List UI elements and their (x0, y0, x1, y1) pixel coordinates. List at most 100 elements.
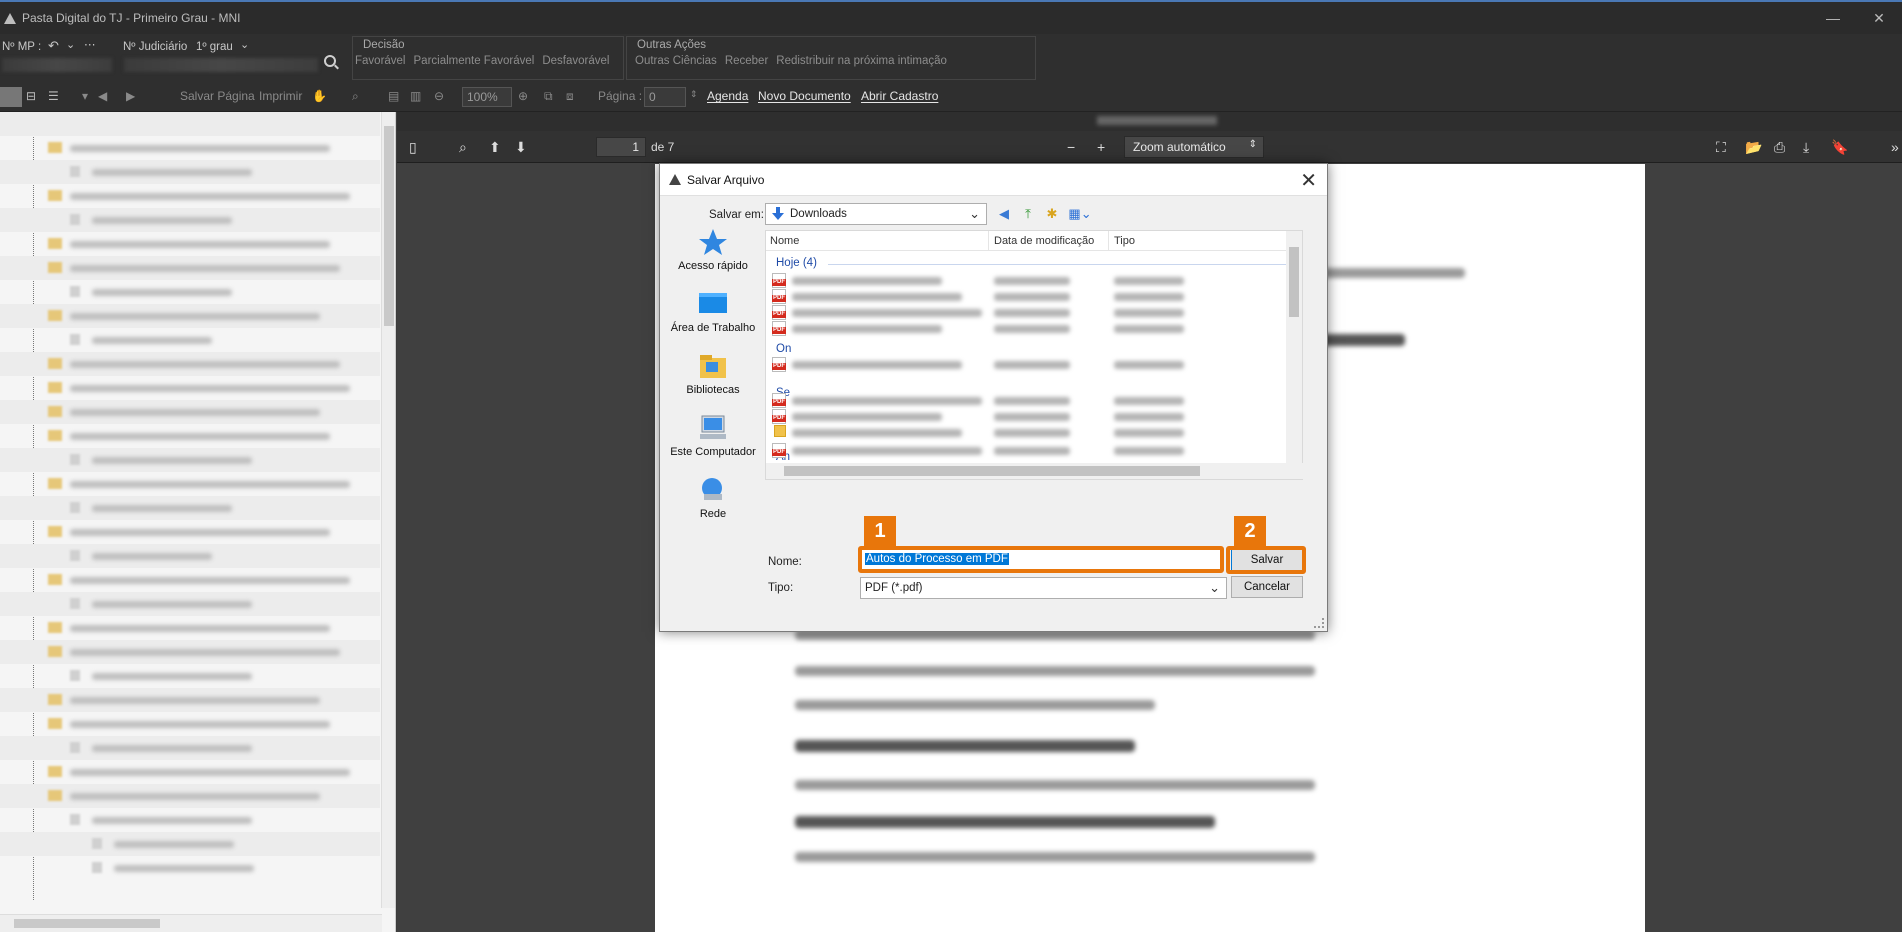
salvar-em-select[interactable]: Downloads ⌄ (765, 203, 987, 225)
copy-icon[interactable]: ⧉ (544, 89, 553, 104)
mp-input[interactable] (2, 58, 112, 72)
receber-button[interactable]: Receber (725, 55, 768, 67)
new-folder-icon[interactable]: ✱ (1042, 205, 1062, 223)
place-acesso-rapido[interactable]: Acesso rápido (668, 228, 758, 272)
tree-vertical-scrollbar[interactable] (381, 112, 395, 908)
tree-row[interactable] (0, 784, 380, 808)
file-list-vertical-scrollbar[interactable] (1286, 231, 1302, 463)
previous-icon[interactable]: ◀ (98, 89, 107, 103)
undo-icon[interactable]: ↶ (48, 38, 59, 54)
place-area-de-trabalho[interactable]: Área de Trabalho (668, 290, 758, 334)
zoom-select[interactable]: 100% (462, 87, 512, 107)
group-on[interactable]: On (776, 343, 791, 355)
tree-row[interactable] (0, 688, 380, 712)
minimize-button[interactable]: — (1810, 2, 1856, 34)
zoom-out-icon[interactable]: ⊖ (434, 89, 444, 103)
judiciario-input[interactable] (124, 58, 318, 72)
tree-row[interactable] (0, 472, 380, 496)
tools-icon[interactable]: » (1891, 139, 1899, 155)
tree-row[interactable] (0, 352, 380, 376)
tree-row[interactable] (0, 592, 380, 616)
close-icon[interactable]: ✕ (1300, 168, 1317, 193)
tree-row[interactable] (0, 520, 380, 544)
tree-row[interactable] (0, 280, 380, 304)
up-folder-icon[interactable]: ⤒ (1018, 205, 1038, 223)
pdf-icon[interactable] (772, 321, 786, 336)
hand-icon[interactable]: ✋ (312, 89, 327, 103)
pdf-icon[interactable] (772, 393, 786, 408)
grau-select[interactable]: 1º grau (196, 41, 233, 53)
desfavoravel-button[interactable]: Desfavorável (542, 55, 609, 67)
file-list[interactable]: Nome Data de modificação Tipo Hoje (4) O… (765, 230, 1304, 480)
bookmark-icon[interactable]: 🔖 (1831, 139, 1848, 156)
more-icon[interactable]: ⋯ (84, 37, 96, 51)
pagina-input[interactable]: 0 (644, 87, 686, 107)
toggle-panel-button[interactable] (0, 87, 22, 107)
sidebar-toggle-icon[interactable]: ▯ (409, 139, 417, 156)
close-window-button[interactable]: ✕ (1856, 2, 1902, 34)
zoom-in-icon[interactable]: + (1097, 139, 1105, 155)
salvar-pagina-button[interactable]: Salvar Página (180, 89, 255, 103)
agenda-link[interactable]: Agenda (707, 89, 748, 103)
fullscreen-icon[interactable]: ⛶ (1716, 139, 1726, 156)
folder-icon[interactable] (774, 425, 786, 437)
imprimir-button[interactable]: Imprimir (259, 89, 302, 103)
tree-row[interactable] (0, 568, 380, 592)
zoom-in-icon[interactable]: ⊕ (518, 89, 528, 103)
back-icon[interactable]: ◀ (994, 205, 1014, 223)
column-nome[interactable]: Nome (770, 235, 799, 247)
file-list-horizontal-scrollbar[interactable] (766, 463, 1304, 479)
tree-row[interactable] (0, 136, 380, 160)
group-hoje[interactable]: Hoje (4) (776, 257, 817, 269)
search-icon[interactable]: ⌕ (352, 89, 359, 104)
parcialmente-favoravel-button[interactable]: Parcialmente Favorável (414, 55, 535, 67)
zoom-select[interactable]: Zoom automático ⇕ (1124, 136, 1264, 158)
pdf-icon[interactable] (772, 357, 786, 372)
tree-row[interactable] (0, 328, 380, 352)
column-data[interactable]: Data de modificação (994, 235, 1094, 247)
tree-row[interactable] (0, 400, 380, 424)
cancelar-button[interactable]: Cancelar (1231, 576, 1303, 598)
next-icon[interactable]: ▶ (126, 89, 135, 103)
pdf-icon[interactable] (772, 289, 786, 304)
tipo-select[interactable]: PDF (*.pdf) ⌄ (860, 577, 1227, 599)
fit-page-icon[interactable]: ▤ (388, 89, 399, 103)
tree-row[interactable] (0, 232, 380, 256)
tree-row[interactable] (0, 184, 380, 208)
tree-row[interactable] (0, 160, 380, 184)
abrir-cadastro-link[interactable]: Abrir Cadastro (861, 89, 938, 103)
column-tipo[interactable]: Tipo (1114, 235, 1135, 247)
tree-row[interactable] (0, 304, 380, 328)
zoom-out-icon[interactable]: − (1067, 139, 1075, 155)
print-icon[interactable]: ⎙ (1774, 139, 1785, 156)
tree-row[interactable] (0, 832, 380, 856)
download-icon[interactable]: ⤓ (1803, 139, 1809, 156)
pdf-icon[interactable] (772, 273, 786, 288)
tree-row[interactable] (0, 448, 380, 472)
page-up-icon[interactable]: ⬆ (489, 139, 501, 156)
tree-icon[interactable]: ⊟ (26, 89, 36, 103)
favoravel-button[interactable]: Favorável (355, 55, 406, 67)
page-down-icon[interactable]: ⬇ (515, 139, 527, 156)
place-este-computador[interactable]: Este Computador (668, 414, 758, 458)
tree-row[interactable] (0, 712, 380, 736)
tree-row[interactable] (0, 856, 380, 880)
resize-grip[interactable] (1314, 618, 1324, 628)
stepper-icon[interactable]: ⇕ (690, 89, 698, 100)
outras-ciencias-button[interactable]: Outras Ciências (635, 55, 717, 67)
tree-row[interactable] (0, 760, 380, 784)
chevron-down-icon[interactable]: ▾ (82, 89, 88, 103)
tree-row[interactable] (0, 544, 380, 568)
novo-documento-link[interactable]: Novo Documento (758, 89, 851, 103)
tree-row[interactable] (0, 112, 380, 136)
document-tree[interactable] (0, 112, 396, 932)
chevron-down-icon[interactable]: ⌄ (66, 38, 75, 51)
place-rede[interactable]: Rede (668, 476, 758, 520)
search-icon[interactable] (324, 55, 336, 67)
export-icon[interactable]: ⧈ (566, 89, 574, 104)
tree-row[interactable] (0, 496, 380, 520)
tree-row[interactable] (0, 376, 380, 400)
tree-row[interactable] (0, 808, 380, 832)
tree-row[interactable] (0, 616, 380, 640)
view-menu-icon[interactable]: ▦⌄ (1066, 205, 1094, 223)
